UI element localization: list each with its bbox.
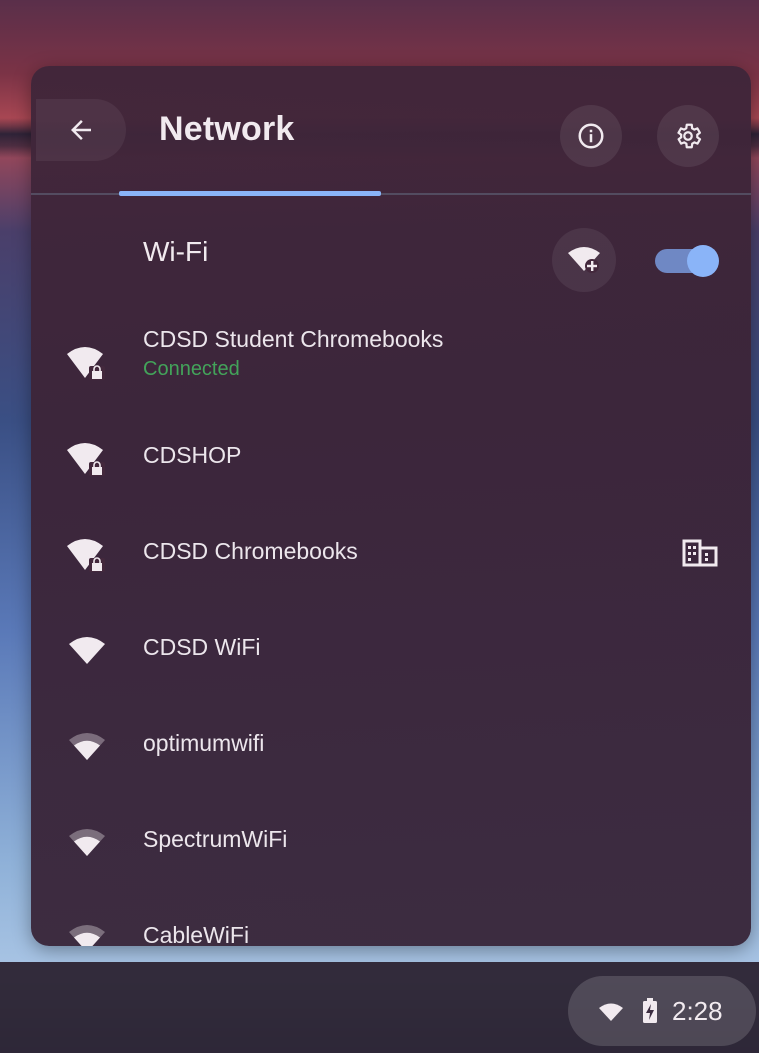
network-row[interactable]: CDSD Student Chromebooks Connected bbox=[31, 312, 751, 408]
page-title: Network bbox=[159, 110, 295, 148]
network-info-button[interactable] bbox=[560, 105, 622, 167]
arrow-left-icon bbox=[71, 120, 91, 140]
network-name: SpectrumWiFi bbox=[143, 826, 288, 852]
wifi-icon bbox=[599, 1003, 623, 1021]
clock-time: 2:28 bbox=[672, 996, 723, 1026]
gear-icon bbox=[677, 123, 702, 149]
network-row[interactable]: optimumwifi bbox=[31, 696, 751, 792]
wifi-partial-icon bbox=[69, 733, 105, 760]
network-status: Connected bbox=[143, 358, 240, 380]
add-wifi-icon bbox=[568, 247, 600, 273]
back-button[interactable] bbox=[36, 99, 126, 161]
wifi-toggle-knob bbox=[687, 245, 719, 277]
network-row[interactable]: CDSD Chromebooks bbox=[31, 504, 751, 600]
wifi-section-header: Wi-Fi bbox=[31, 194, 751, 312]
managed-network-icon bbox=[682, 539, 718, 567]
network-name: CDSHOP bbox=[143, 442, 242, 468]
network-list: CDSD Student Chromebooks Connected CDSHO… bbox=[31, 312, 751, 946]
network-row[interactable]: CableWiFi bbox=[31, 888, 751, 946]
network-name: CDSD Student Chromebooks bbox=[143, 326, 444, 352]
wifi-partial-icon bbox=[69, 829, 105, 856]
network-name: optimumwifi bbox=[143, 730, 265, 756]
wifi-secured-icon bbox=[67, 443, 105, 476]
network-name: CDSD Chromebooks bbox=[143, 538, 358, 564]
network-panel: Network Wi-Fi CDSD Student Chromebooks C… bbox=[31, 66, 751, 946]
network-row[interactable]: SpectrumWiFi bbox=[31, 792, 751, 888]
panel-header: Network bbox=[31, 66, 751, 196]
network-name: CableWiFi bbox=[143, 922, 250, 946]
wifi-partial-icon bbox=[69, 925, 105, 946]
network-name: CDSD WiFi bbox=[143, 634, 261, 660]
status-area-button[interactable]: 2:28 bbox=[568, 976, 756, 1046]
wifi-label: Wi-Fi bbox=[143, 236, 209, 267]
wifi-secured-icon bbox=[67, 347, 105, 380]
network-settings-button[interactable] bbox=[657, 105, 719, 167]
network-row[interactable]: CDSHOP bbox=[31, 408, 751, 504]
network-row[interactable]: CDSD WiFi bbox=[31, 600, 751, 696]
battery-charging-icon bbox=[643, 998, 657, 1023]
info-icon bbox=[578, 123, 604, 149]
wifi-icon bbox=[69, 637, 105, 664]
wifi-toggle[interactable] bbox=[655, 245, 719, 277]
add-wifi-button[interactable] bbox=[552, 228, 616, 292]
wifi-secured-icon bbox=[67, 539, 105, 572]
